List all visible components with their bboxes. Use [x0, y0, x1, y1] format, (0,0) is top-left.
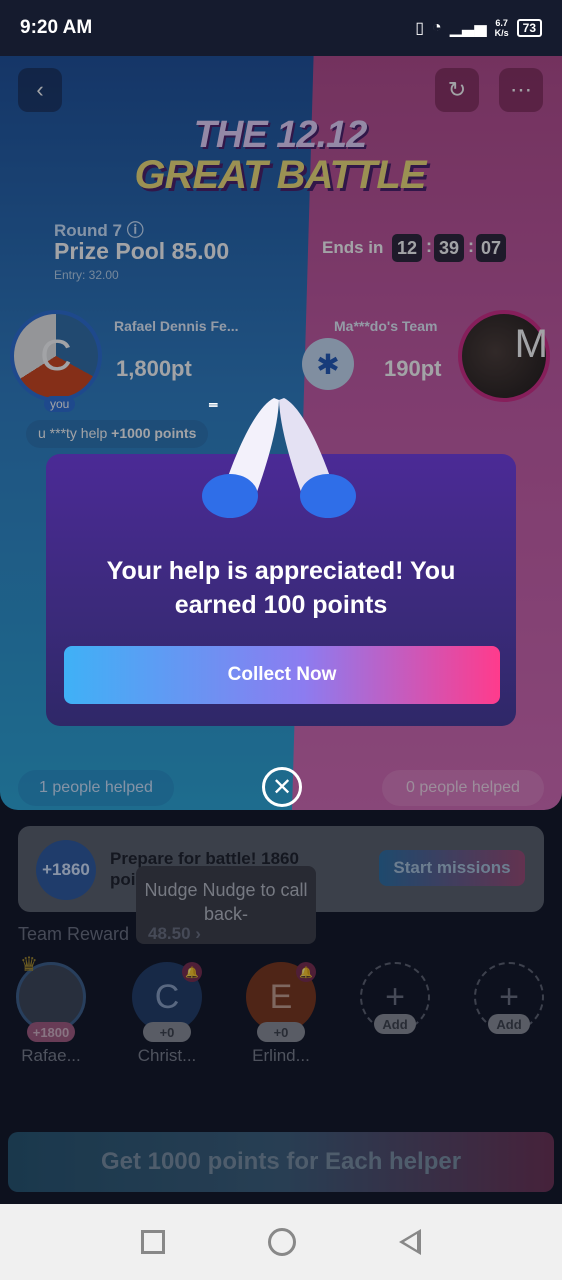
net-speed: 6.7 K/s — [494, 18, 509, 38]
vibrate-icon: ▯ — [415, 20, 425, 37]
close-icon: ✕ — [271, 773, 293, 801]
back-nav-button[interactable] — [398, 1229, 421, 1255]
home-button[interactable] — [267, 1228, 296, 1256]
system-nav-bar — [0, 1204, 562, 1280]
close-modal-button[interactable]: ✕ — [262, 767, 302, 807]
status-bar: 9:20 AM ▯ ◔ ▁▃▅ 6.7 K/s 73 — [0, 0, 562, 56]
status-time: 9:20 AM — [20, 17, 93, 38]
signal-icon: ▁▃▅ — [449, 20, 487, 37]
status-icons: ▯ ◔ ▁▃▅ 6.7 K/s 73 — [415, 18, 542, 38]
recent-apps-button[interactable] — [141, 1230, 166, 1254]
praying-hands-icon — [202, 398, 356, 518]
collect-now-button[interactable]: Collect Now — [64, 646, 500, 704]
sparkle-icon: ⁼ — [208, 398, 219, 420]
wifi-icon: ◔ — [432, 19, 442, 36]
battery-icon: 73 — [516, 19, 542, 37]
modal-message: Your help is appreciated! You earned 100… — [106, 557, 456, 619]
